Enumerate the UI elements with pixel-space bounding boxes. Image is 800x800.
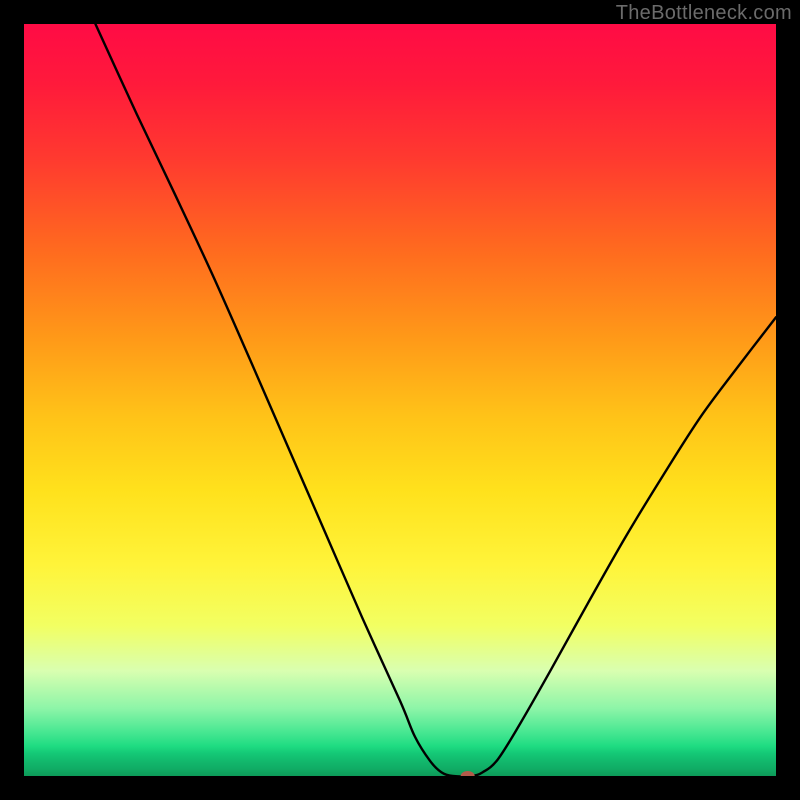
plot-area [24, 24, 776, 776]
chart-svg [24, 24, 776, 776]
bottleneck-curve [95, 24, 776, 776]
bottleneck-point-marker [461, 771, 475, 776]
chart-frame: TheBottleneck.com [0, 0, 800, 800]
watermark-label: TheBottleneck.com [616, 2, 792, 25]
